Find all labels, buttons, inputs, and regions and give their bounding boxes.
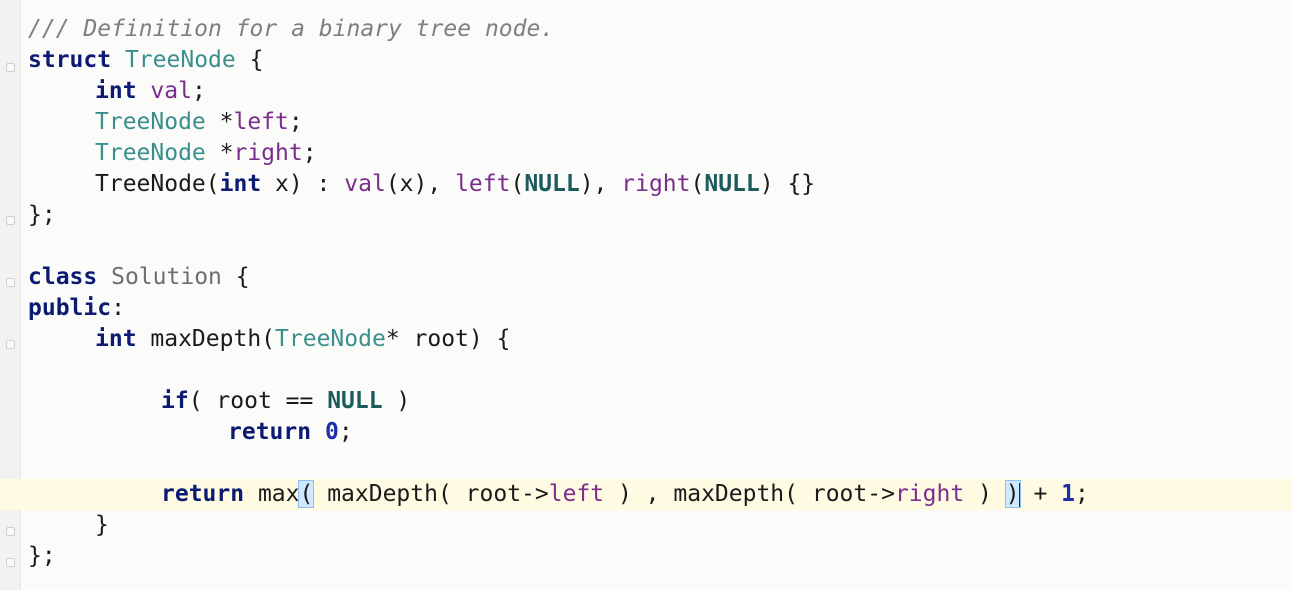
code-token: (	[690, 171, 705, 197]
code-line[interactable]	[28, 231, 1292, 262]
code-token: ) , maxDepth( root->	[604, 481, 895, 507]
code-token: maxDepth( root->	[313, 481, 549, 507]
code-line[interactable]: TreeNode(int x) : val(x), left(NULL), ri…	[28, 169, 1292, 200]
code-token: 0	[324, 419, 339, 445]
code-line[interactable]: TreeNode *left;	[28, 107, 1292, 138]
fold-marker-icon[interactable]	[6, 527, 15, 536]
code-line[interactable]: }	[28, 510, 1292, 541]
code-token: Solution	[111, 264, 222, 290]
fold-marker-icon[interactable]	[6, 278, 15, 287]
code-token: TreeNode	[95, 140, 206, 166]
code-line[interactable]	[28, 355, 1292, 386]
code-token: int	[95, 326, 137, 352]
code-line[interactable]: int val;	[28, 76, 1292, 107]
code-token: (	[298, 480, 315, 508]
code-token: ;	[288, 109, 303, 135]
code-token: }	[95, 512, 109, 538]
code-token: 1	[1061, 481, 1075, 507]
code-token: ;	[302, 140, 317, 166]
fold-marker-icon[interactable]	[6, 558, 15, 567]
code-token: ;	[191, 78, 206, 104]
code-token: NULL	[704, 171, 760, 197]
code-token: /// Definition for a binary tree node.	[28, 16, 555, 42]
code-token: *	[205, 140, 234, 166]
code-token: TreeNode(	[95, 171, 220, 197]
code-line[interactable]: if( root == NULL )	[28, 386, 1292, 417]
fold-marker-icon[interactable]	[6, 63, 15, 72]
code-token: ( root ==	[188, 388, 328, 414]
code-token: )	[1004, 480, 1021, 508]
code-token: left	[548, 481, 605, 507]
code-token: x) :	[261, 171, 345, 197]
code-token: NULL	[524, 171, 580, 197]
code-token: ;	[338, 419, 353, 445]
code-token: ;	[1075, 481, 1089, 507]
code-line[interactable]: struct TreeNode {	[28, 45, 1292, 76]
code-token: TreeNode	[275, 326, 386, 352]
code-token: {	[235, 47, 264, 73]
code-token: return	[228, 419, 312, 445]
code-token: TreeNode	[124, 47, 236, 73]
code-token: };	[28, 543, 56, 569]
code-line-current[interactable]: return max( maxDepth( root->left ) , max…	[0, 479, 1292, 510]
code-token: val	[150, 78, 192, 104]
code-token: if	[161, 388, 189, 414]
code-token: int	[219, 171, 262, 197]
code-token: NULL	[327, 388, 383, 414]
code-line[interactable]: public:	[28, 293, 1292, 324]
fold-marker-icon[interactable]	[6, 216, 15, 225]
code-token: ),	[579, 171, 622, 197]
code-token: ) {}	[759, 171, 816, 197]
code-line[interactable]: class Solution {	[28, 262, 1292, 293]
code-token: val	[344, 171, 386, 197]
code-editor[interactable]: /// Definition for a binary tree node. st…	[0, 0, 1292, 590]
code-token: max	[244, 481, 300, 507]
code-token: :	[111, 295, 125, 321]
code-token: {	[221, 264, 250, 290]
code-token: return	[161, 481, 245, 507]
code-token: (x),	[385, 171, 456, 197]
code-token: class	[28, 264, 98, 290]
code-token: maxDepth(	[136, 326, 276, 352]
code-token: right	[621, 171, 691, 197]
code-line[interactable]: TreeNode *right;	[28, 138, 1292, 169]
code-line[interactable]: };	[28, 541, 1292, 572]
code-token: public	[28, 295, 112, 321]
code-token: right	[233, 140, 303, 166]
code-token: TreeNode	[95, 109, 206, 135]
code-line[interactable]: /// Definition for a binary tree node.	[28, 14, 1292, 45]
code-line[interactable]: };	[28, 200, 1292, 231]
code-token: )	[964, 481, 1006, 507]
code-token: (	[510, 171, 525, 197]
code-token: right	[894, 481, 965, 507]
code-line[interactable]: int maxDepth(TreeNode* root) {	[28, 324, 1292, 355]
fold-marker-icon[interactable]	[6, 340, 15, 349]
code-token: left	[233, 109, 289, 135]
code-token: int	[95, 78, 137, 104]
code-token: };	[28, 202, 56, 228]
code-token: struct	[28, 47, 112, 73]
code-token: *	[205, 109, 234, 135]
code-token: left	[455, 171, 511, 197]
code-line[interactable]: return 0;	[28, 417, 1292, 448]
code-token: * root) {	[385, 326, 511, 352]
code-token: )	[382, 388, 411, 414]
code-line[interactable]	[28, 448, 1292, 479]
code-token: +	[1019, 481, 1062, 507]
code-area[interactable]: /// Definition for a binary tree node. st…	[0, 14, 1292, 572]
